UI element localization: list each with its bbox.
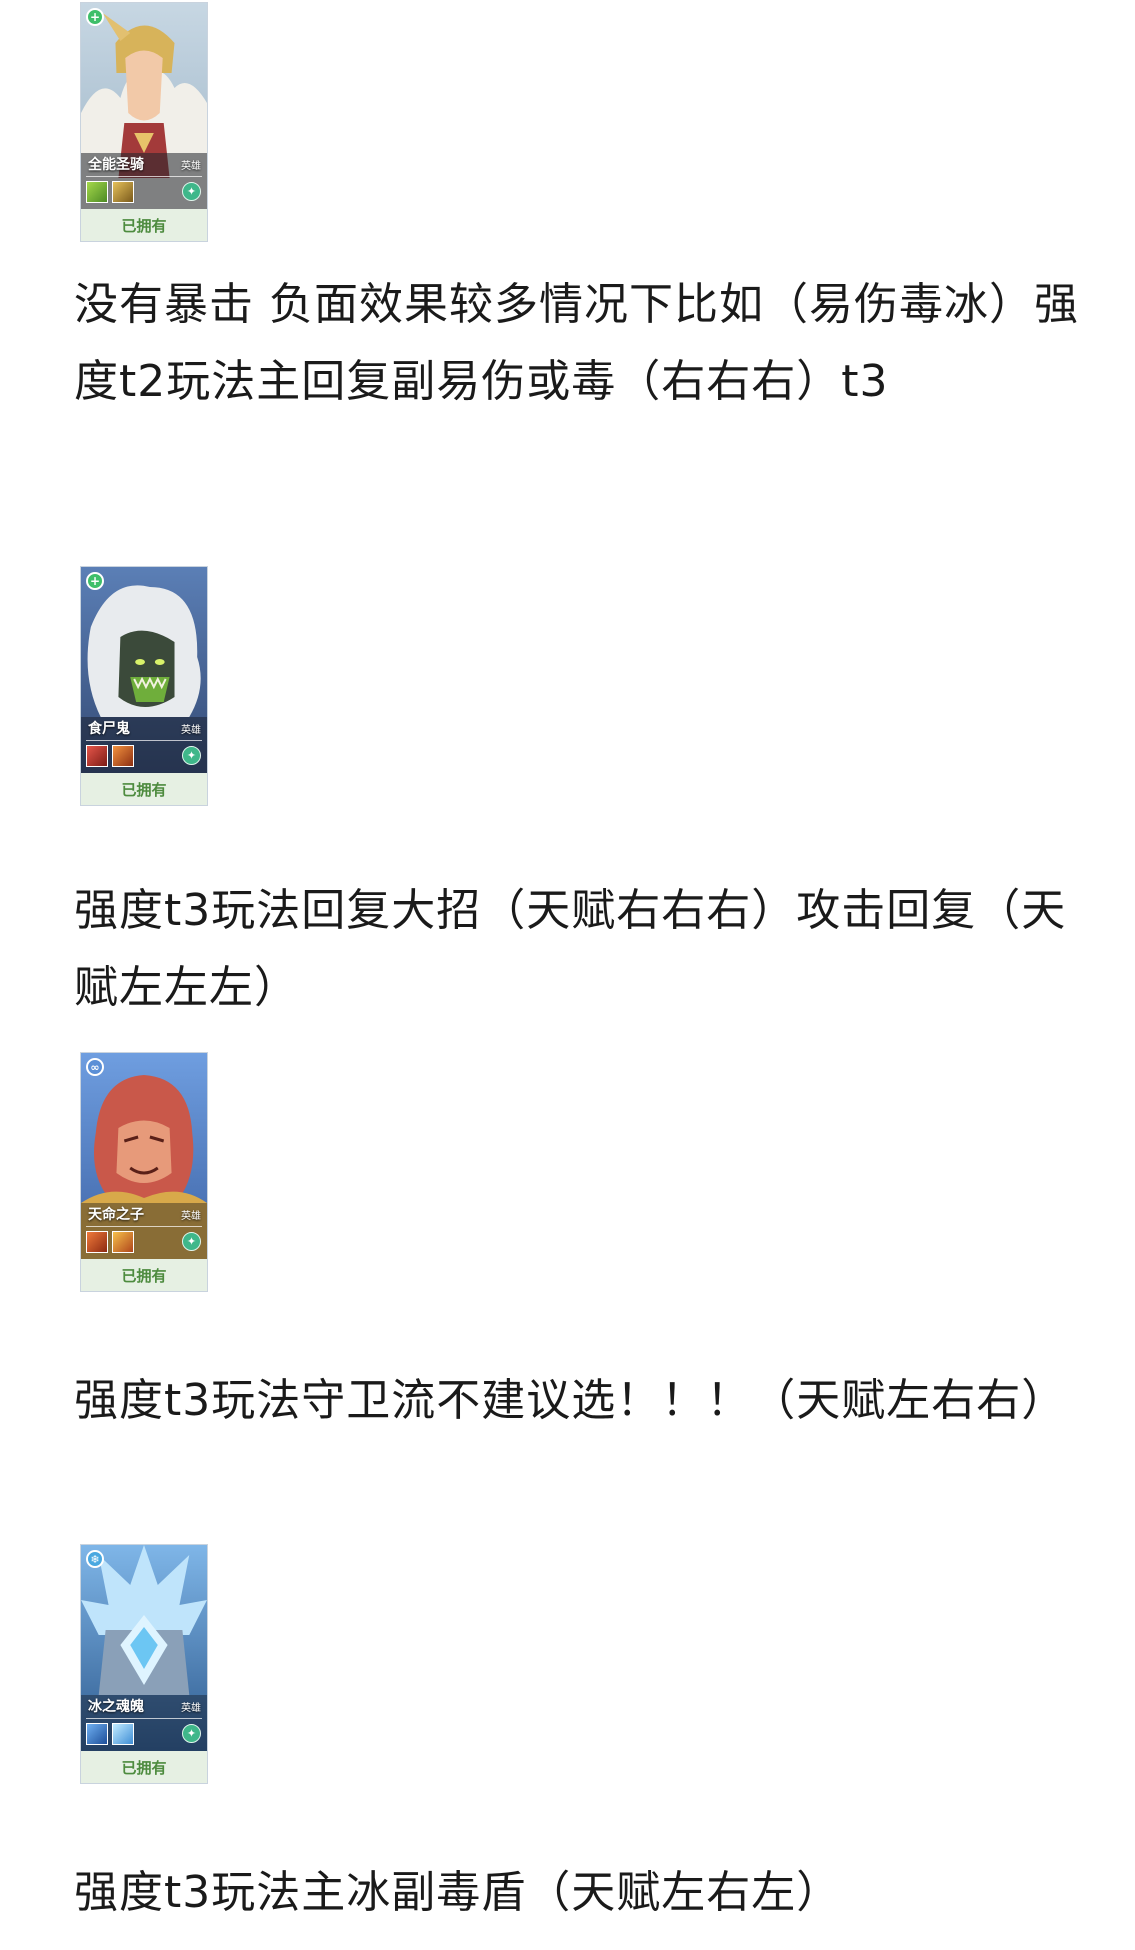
hero-name: 冰之魂魄: [88, 1699, 144, 1715]
paladin-portrait-image: [81, 3, 207, 209]
hero-note: 没有暴击 负面效果较多情况下比如（易伤毒冰）强度t2玩法主回复副易伤或毒（右右右…: [74, 279, 1079, 407]
hero-note: 强度t3玩法主冰副毒盾（天赋左右左）: [74, 1867, 842, 1918]
divider: [86, 1226, 202, 1227]
hero-card-paladin[interactable]: + 全能圣骑 英雄 ✦ 已拥有: [80, 2, 208, 242]
hero-portrait: ∞ 天命之子 英雄 ✦: [81, 1053, 207, 1259]
infinity-class-icon: ∞: [86, 1058, 104, 1076]
skill-icon: [86, 181, 108, 203]
page: + 全能圣骑 英雄 ✦ 已拥有 没有暴击 负面效果较多情况下比如（易伤毒冰）强度…: [0, 0, 1135, 1950]
hero-name: 全能圣骑: [88, 157, 144, 173]
hero-card-ice-soul[interactable]: ❄ 冰之魂魄 英雄 ✦ 已拥有: [80, 1544, 208, 1784]
skill-icons: [86, 1231, 134, 1253]
divider: [86, 1718, 202, 1719]
faction-icon: ✦: [182, 1724, 201, 1743]
hero-name: 食尸鬼: [88, 721, 130, 737]
hero-rarity-tag: 英雄: [181, 1702, 201, 1714]
skill-icon: [112, 1231, 134, 1253]
snowflake-class-icon: ❄: [86, 1550, 104, 1568]
skill-icon: [86, 1231, 108, 1253]
hero-portrait: + 全能圣骑 英雄 ✦: [81, 3, 207, 209]
hero-rarity-tag: 英雄: [181, 1210, 201, 1222]
hero-note: 强度t3玩法回复大招（天赋右右右）攻击回复（天赋左左左）: [74, 885, 1067, 1013]
owned-label: 已拥有: [81, 1259, 207, 1291]
heal-class-icon: +: [86, 572, 104, 590]
faction-icon: ✦: [182, 746, 201, 765]
ice-soul-portrait-image: [81, 1545, 207, 1751]
ghoul-portrait-image: [81, 567, 207, 773]
hero-card-destiny-child[interactable]: ∞ 天命之子 英雄 ✦ 已拥有: [80, 1052, 208, 1292]
owned-label: 已拥有: [81, 773, 207, 805]
divider: [86, 740, 202, 741]
faction-icon: ✦: [182, 182, 201, 201]
skill-icon: [86, 1723, 108, 1745]
skill-icons: [86, 1723, 134, 1745]
hero-rarity-tag: 英雄: [181, 160, 201, 172]
hero-portrait: ❄ 冰之魂魄 英雄 ✦: [81, 1545, 207, 1751]
skill-icon: [112, 745, 134, 767]
divider: [86, 176, 202, 177]
faction-icon: ✦: [182, 1232, 201, 1251]
hero-portrait: + 食尸鬼 英雄 ✦: [81, 567, 207, 773]
skill-icons: [86, 181, 134, 203]
skill-icon: [86, 745, 108, 767]
hero-name: 天命之子: [88, 1207, 144, 1223]
heal-class-icon: +: [86, 8, 104, 26]
hero-note: 强度t3玩法守卫流不建议选！！！（天赋左右右）: [74, 1375, 1067, 1426]
owned-label: 已拥有: [81, 1751, 207, 1783]
hero-rarity-tag: 英雄: [181, 724, 201, 736]
hero-card-ghoul[interactable]: + 食尸鬼 英雄 ✦ 已拥有: [80, 566, 208, 806]
skill-icon: [112, 181, 134, 203]
monkey-portrait-image: [81, 1053, 207, 1259]
owned-label: 已拥有: [81, 209, 207, 241]
skill-icons: [86, 745, 134, 767]
skill-icon: [112, 1723, 134, 1745]
